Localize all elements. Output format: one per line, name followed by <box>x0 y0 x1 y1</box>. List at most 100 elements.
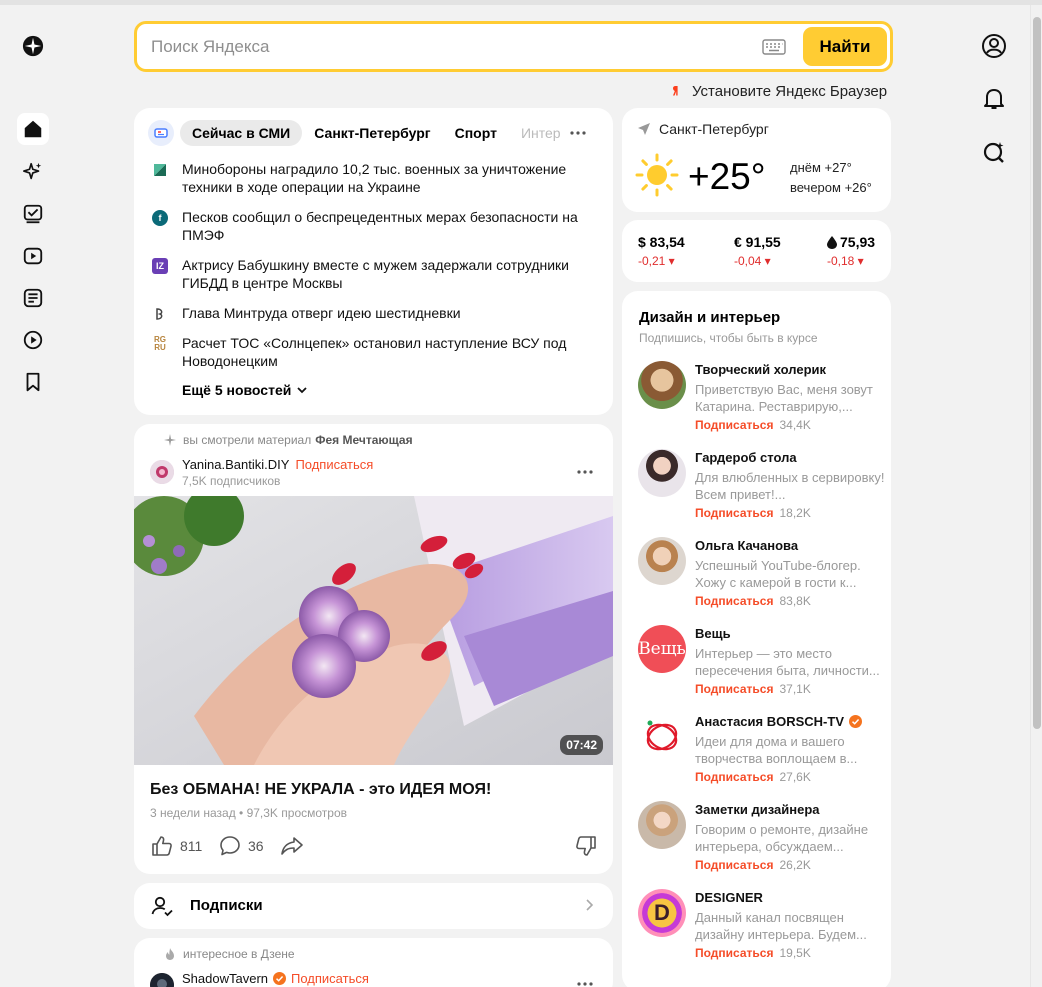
subscribe-button[interactable]: Подписаться <box>295 457 373 472</box>
currency-eur[interactable]: € 91,55 -0,04 ▾ <box>734 234 781 268</box>
news-item[interactable]: IZ Актрису Бабушкину вместе с мужем заде… <box>152 256 592 292</box>
page-scrollbar[interactable] <box>1030 5 1042 987</box>
nav-home-icon[interactable] <box>17 113 49 145</box>
news-item[interactable]: Глава Минтруда отверг идею шестидневки <box>152 304 592 322</box>
keyboard-icon[interactable] <box>762 38 786 56</box>
author-name[interactable]: ShadowTavern <box>182 971 268 986</box>
currency-oil[interactable]: 75,93 -0,18 ▾ <box>827 234 875 268</box>
nav-tasks-icon[interactable] <box>17 198 49 230</box>
subscriptions-link[interactable]: Подписки <box>134 883 613 929</box>
author-avatar[interactable] <box>150 460 174 484</box>
currency-usd[interactable]: $ 83,54 -0,21 ▾ <box>638 234 685 268</box>
currency-oil-value: 75,93 <box>840 234 876 250</box>
search-button[interactable]: Найти <box>803 27 887 66</box>
author-avatar-image <box>150 460 174 484</box>
channel-meta: Подписаться 34,4K <box>695 418 811 432</box>
currency-card: $ 83,54 -0,21 ▾ € 91,55 -0,04 ▾ 75,93 -0… <box>622 220 891 282</box>
scrollbar-thumb[interactable] <box>1033 17 1041 729</box>
notifications-bell-icon[interactable] <box>978 82 1010 114</box>
channel-subscriber-count: 34,4K <box>779 418 811 432</box>
currency-eur-change: -0,04 ▾ <box>734 254 771 268</box>
channel-meta: Подписаться 19,5K <box>695 946 811 960</box>
video-thumbnail[interactable]: 07:42 <box>134 496 613 765</box>
news-headline: Песков сообщил о беспрецедентных мерах б… <box>182 209 578 243</box>
verified-badge-icon <box>273 972 286 985</box>
post-hint-channel[interactable]: Фея Мечтающая <box>315 433 412 447</box>
post-title[interactable]: Без ОБМАНА! НЕ УКРАЛА - это ИДЕЯ МОЯ! <box>150 781 491 799</box>
nav-clips-icon[interactable] <box>17 324 49 356</box>
nav-sparkle-icon[interactable] <box>17 156 49 188</box>
nav-articles-icon[interactable] <box>17 282 49 314</box>
chevron-down-icon <box>297 387 307 394</box>
comment-button[interactable]: 36 <box>218 832 264 860</box>
share-arrow-icon <box>281 837 303 855</box>
nav-bookmarks-icon[interactable] <box>17 366 49 398</box>
subscribe-button[interactable]: Подписаться <box>695 770 773 784</box>
news-item[interactable]: Минобороны наградило 10,2 тыс. военных з… <box>152 160 592 196</box>
channel-description: Приветствую Вас, меня зовут Катарина. Ре… <box>695 382 873 414</box>
channel-item[interactable]: Ольга Качанова Успешный YouTube-блогер. … <box>638 537 883 617</box>
channel-description: Интерьер — это место пересечения быта, л… <box>695 646 880 678</box>
channel-name: Гардероб стола <box>695 450 797 465</box>
subscribe-button[interactable]: Подписаться <box>695 858 773 872</box>
profile-icon[interactable] <box>978 30 1010 62</box>
dislike-button[interactable] <box>574 832 604 860</box>
more-news-button[interactable]: Ещё 5 новостей <box>182 382 308 398</box>
yandex-logo-icon[interactable] <box>17 30 49 62</box>
tab-now-in-media[interactable]: Сейчас в СМИ <box>180 120 303 146</box>
channels-card: Дизайн и интерьер Подпишись, чтобы быть … <box>622 291 891 987</box>
news-item[interactable]: RG RU Расчет ТОС «Солнцепек» остановил н… <box>152 334 592 370</box>
search-history-icon[interactable] <box>978 136 1010 168</box>
channel-avatar <box>638 361 686 409</box>
comment-icon <box>220 836 240 856</box>
news-source-icon <box>152 306 168 322</box>
thumbs-up-icon <box>152 836 172 856</box>
channel-avatar <box>638 449 686 497</box>
news-headline: Минобороны наградило 10,2 тыс. военных з… <box>182 161 567 195</box>
channel-item[interactable]: Вещь Вещь Интерьер — это место пересечен… <box>638 625 883 705</box>
channel-subscriber-count: 37,1K <box>779 682 811 696</box>
subscribe-button[interactable]: Подписаться <box>695 946 773 960</box>
channel-description: Для влюбленных в сервировку! Всем привет… <box>695 470 885 502</box>
thumbs-down-icon <box>576 836 596 856</box>
news-source-icon: IZ <box>152 258 168 274</box>
nav-video-icon[interactable] <box>17 240 49 272</box>
post-hint: вы смотрели материал Фея Мечтающая <box>164 433 413 447</box>
more-options-icon[interactable] <box>575 974 595 987</box>
subscribe-button[interactable]: Подписаться <box>291 971 369 986</box>
news-item[interactable]: f Песков сообщил о беспрецедентных мерах… <box>152 208 592 244</box>
like-button[interactable]: 811 <box>150 832 202 860</box>
subscribe-button[interactable]: Подписаться <box>695 418 773 432</box>
channel-item[interactable]: Анастасия BORSCH-TV Идеи для дома и ваше… <box>638 713 883 793</box>
subscribe-button[interactable]: Подписаться <box>695 594 773 608</box>
video-duration: 07:42 <box>560 735 603 755</box>
weather-card[interactable]: Санкт-Петербург +25° днём +27° вечером +… <box>622 108 891 212</box>
search-bar: Найти <box>134 21 893 72</box>
more-options-icon[interactable] <box>568 123 588 143</box>
subscribe-button[interactable]: Подписаться <box>695 682 773 696</box>
post-actions: 811 36 <box>150 832 600 860</box>
channels-title: Дизайн и интерьер <box>639 309 781 326</box>
channel-description: Говорим о ремонте, дизайне интерьера, об… <box>695 822 869 854</box>
author-avatar[interactable] <box>150 973 174 987</box>
browser-promo-link[interactable]: Установите Яндекс Браузер <box>668 81 887 101</box>
channel-item[interactable]: Заметки дизайнера Говорим о ремонте, диз… <box>638 801 883 881</box>
chevron-right-icon <box>586 899 594 911</box>
search-input[interactable] <box>151 34 751 60</box>
channel-item[interactable]: Гардероб стола Для влюбленных в сервиров… <box>638 449 885 529</box>
channel-subscriber-count: 19,5K <box>779 946 811 960</box>
channel-item[interactable]: D DESIGNER Данный канал посвящен дизайну… <box>638 889 883 969</box>
channel-item[interactable]: Творческий холерик Приветствую Вас, меня… <box>638 361 883 441</box>
channel-avatar <box>638 801 686 849</box>
more-options-icon[interactable] <box>575 462 595 482</box>
share-button[interactable] <box>280 832 310 860</box>
tab-sport[interactable]: Спорт <box>443 120 509 146</box>
channel-name: Анастасия BORSCH-TV <box>695 714 862 729</box>
post-author: Yanina.Bantiki.DIY Подписаться <box>182 457 379 472</box>
sun-icon <box>635 153 679 197</box>
subscribe-button[interactable]: Подписаться <box>695 506 773 520</box>
comment-count: 36 <box>248 838 264 854</box>
tab-interesting[interactable]: Интер <box>509 120 573 146</box>
author-name[interactable]: Yanina.Bantiki.DIY <box>182 457 289 472</box>
tab-saint-petersburg[interactable]: Санкт-Петербург <box>302 120 442 146</box>
